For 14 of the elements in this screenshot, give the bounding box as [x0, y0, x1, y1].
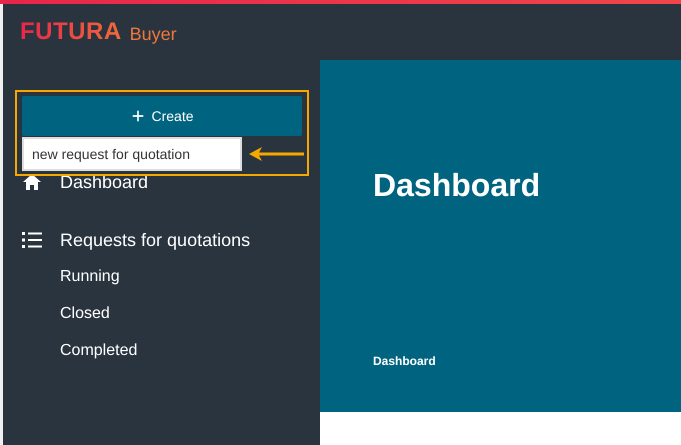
home-icon	[22, 173, 42, 191]
menu-item[interactable]: new request for quotation	[24, 139, 240, 169]
product-name: Buyer	[130, 24, 177, 44]
nav-subitem[interactable]: Completed	[3, 342, 320, 360]
create-button[interactable]: Create	[22, 96, 302, 136]
nav-item[interactable]: Dashboard	[60, 172, 148, 192]
nav-subitem[interactable]: Closed	[3, 305, 320, 323]
plus-icon	[130, 108, 146, 124]
nav-item[interactable]: Requests for quotations	[60, 230, 250, 250]
arrow-icon	[249, 146, 305, 162]
list-icon	[22, 232, 42, 248]
breadcrumb: Dashboard	[373, 354, 437, 368]
page-title: Dashboard	[373, 167, 542, 204]
nav-subitem[interactable]: Running	[3, 268, 320, 286]
